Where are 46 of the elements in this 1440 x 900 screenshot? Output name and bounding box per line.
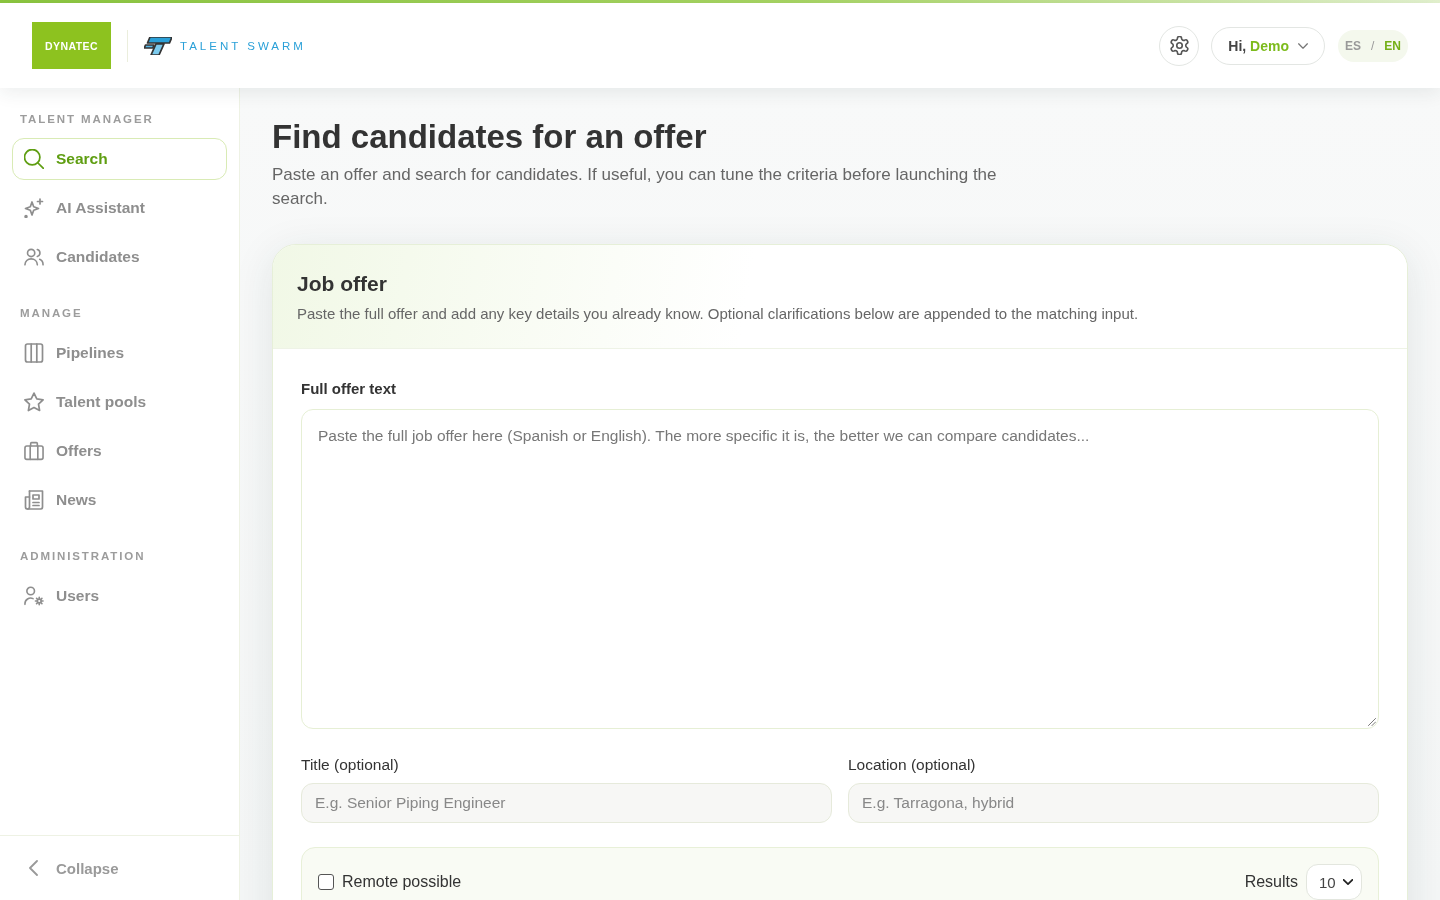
chevron-down-icon [1297,42,1308,49]
checkbox-label: Remote possible [342,873,462,891]
language-option[interactable]: ES [1344,38,1361,53]
user-menu-button[interactable]: Hi, Demo [1211,26,1325,65]
offer-text-field[interactable]: Paste the full job offer here (Spanish or English). The more specific it is, the better we can compare candidates... [301,409,1379,729]
section-heading: ADMINISTRATION [19,549,147,563]
section-heading: TALENT MANAGER [19,112,155,126]
nav-item[interactable]: Offers [12,430,227,472]
collapse-button[interactable]: Collapse [29,859,119,877]
logo-mark-icon [144,36,172,55]
nav-item[interactable]: News [12,479,227,521]
search-icon [24,149,44,169]
language-option[interactable]: EN [1384,38,1401,53]
remote-checkbox[interactable] [318,874,334,890]
settings-icon [1169,36,1189,55]
nav-item[interactable]: AI Assistant [12,187,227,229]
product-name: TALENT SWARM [180,39,306,52]
language-separator: / [1371,38,1375,53]
user-gear-icon [24,586,44,606]
results-label: Results [1244,873,1298,891]
sparkle-icon [24,198,44,218]
nav-item[interactable]: Users [12,575,227,617]
newspaper-icon [24,490,44,510]
star-icon [24,392,44,412]
nav-item[interactable]: Pipelines [12,332,227,374]
results-select[interactable]: 10 [1306,864,1362,900]
chevron-down-icon [1343,879,1353,885]
nav-item[interactable]: Candidates [12,236,227,278]
field-label: Full offer text [301,379,397,399]
chevron-left-icon [29,860,38,876]
people-icon [24,247,44,267]
briefcase-icon [24,441,44,461]
card-description: Paste the full offer and add any key details you already know. Optional clarifications below are appended to the matching input. [297,304,1140,324]
field-label: Title (optional) [301,755,400,775]
brand-logo: DYNATEC [32,22,111,69]
section-heading: MANAGE [19,306,84,320]
page-subtitle: Paste an offer and search for candidates. If useful, you can tune the criteria before launching the search. [272,164,998,210]
field-label: Location (optional) [848,755,977,775]
text-input-field[interactable]: E.g. Senior Piping Engineer [301,783,832,823]
nav-item[interactable]: Talent pools [12,381,227,423]
columns-icon [24,343,44,363]
page-title: Find candidates for an offer [272,119,708,155]
nav-item[interactable]: Search [12,138,227,180]
card-title: Job offer [297,271,388,297]
text-input-field[interactable]: E.g. Tarragona, hybrid [848,783,1379,823]
resize-grip-icon [1368,718,1376,726]
